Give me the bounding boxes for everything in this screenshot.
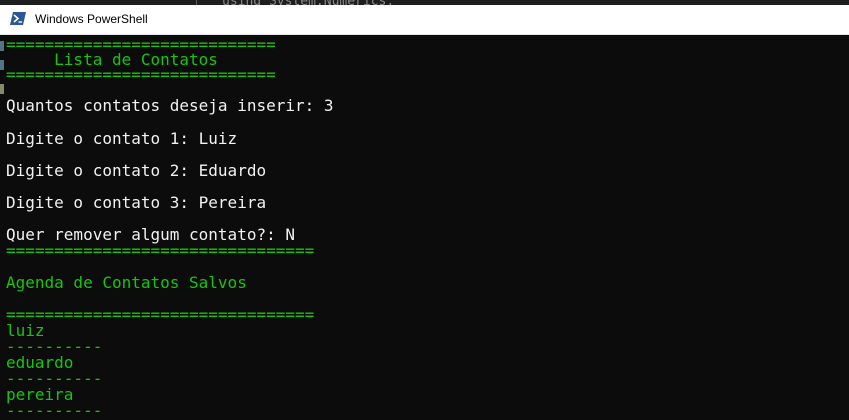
prompt-count: Quantos contatos deseja inserir: 3: [6, 96, 334, 115]
powershell-icon: [10, 12, 26, 25]
prompt-contact-1: Digite o contato 1: Luiz: [6, 129, 238, 148]
prompt-contact-3: Digite o contato 3: Pereira: [6, 193, 267, 212]
header-rule-bottom: ============================: [6, 65, 276, 84]
console-output[interactable]: ============================ Lista de Co…: [6, 35, 849, 419]
edge-glyph: [0, 41, 4, 51]
background-window-edge: [0, 35, 4, 417]
agenda-rule-bottom: ================================: [6, 305, 315, 324]
agenda-title: Agenda de Contatos Salvos: [6, 273, 247, 292]
window-title: Windows PowerShell: [35, 12, 148, 26]
window-titlebar[interactable]: Windows PowerShell: [0, 5, 849, 35]
agenda-rule-top: ================================: [6, 241, 315, 260]
edge-glyph: [0, 60, 4, 70]
prompt-contact-2: Digite o contato 2: Eduardo: [6, 161, 267, 180]
edge-glyph: [0, 84, 4, 94]
